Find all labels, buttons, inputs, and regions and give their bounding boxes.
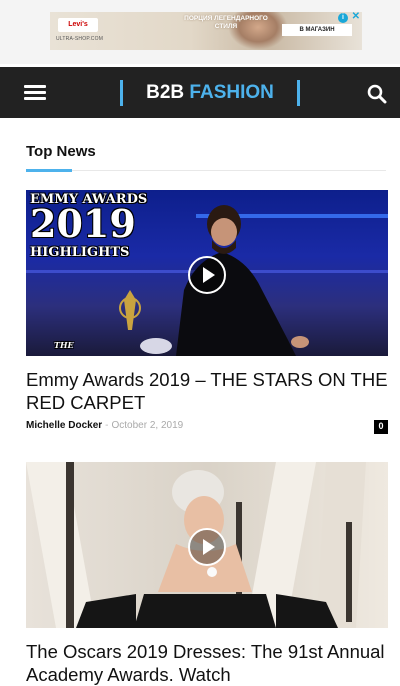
- thumbnail-overlay-corner: THE: [54, 340, 74, 350]
- meta-separator: -: [105, 420, 109, 431]
- article-meta: Michelle Docker - October 2, 2019: [26, 420, 183, 431]
- article-title[interactable]: The Oscars 2019 Dresses: The 91st Annual…: [26, 640, 388, 686]
- ad-site-text: ULTRA-SHOP.COM: [56, 36, 104, 42]
- article-author[interactable]: Michelle Docker: [26, 420, 102, 431]
- ad-cta-button[interactable]: В МАГАЗИН: [282, 24, 352, 36]
- ad-banner-area: Levi's ULTRA-SHOP.COM ПОРЦИЯ ЛЕГЕНДАРНОГ…: [0, 0, 400, 64]
- section-title: Top News: [26, 143, 96, 160]
- article-title[interactable]: Emmy Awards 2019 – THE STARS ON THE RED …: [26, 368, 388, 414]
- ad-info-icon[interactable]: i: [338, 13, 348, 23]
- play-icon[interactable]: [188, 256, 226, 294]
- logo-text-b2b: B2B: [146, 82, 190, 103]
- menu-icon[interactable]: [24, 85, 46, 101]
- article-thumbnail[interactable]: [26, 462, 388, 628]
- ad-close-icon[interactable]: ✕: [352, 12, 360, 22]
- site-header: B2B FASHION: [0, 67, 400, 118]
- article-thumbnail[interactable]: EMMY AWARDS 2019 HIGHLIGHTS THE: [26, 190, 388, 356]
- thumbnail-overlay-year: 2019: [30, 201, 136, 246]
- play-icon[interactable]: [188, 528, 226, 566]
- section-accent-bar: [26, 169, 72, 172]
- ad-brand-logo: Levi's: [58, 18, 98, 32]
- article-date: October 2, 2019: [111, 420, 184, 431]
- thumbnail-overlay-line3: HIGHLIGHTS: [30, 245, 130, 260]
- site-logo[interactable]: B2B FASHION: [120, 80, 300, 106]
- comment-count-badge[interactable]: 0: [374, 420, 388, 434]
- logo-text-fashion: FASHION: [189, 82, 274, 103]
- search-icon[interactable]: [366, 83, 388, 105]
- ad-banner[interactable]: Levi's ULTRA-SHOP.COM ПОРЦИЯ ЛЕГЕНДАРНОГ…: [50, 12, 362, 50]
- ad-headline: ПОРЦИЯ ЛЕГЕНДАРНОГО СТИЛЯ: [184, 15, 268, 30]
- section-divider: [26, 170, 386, 171]
